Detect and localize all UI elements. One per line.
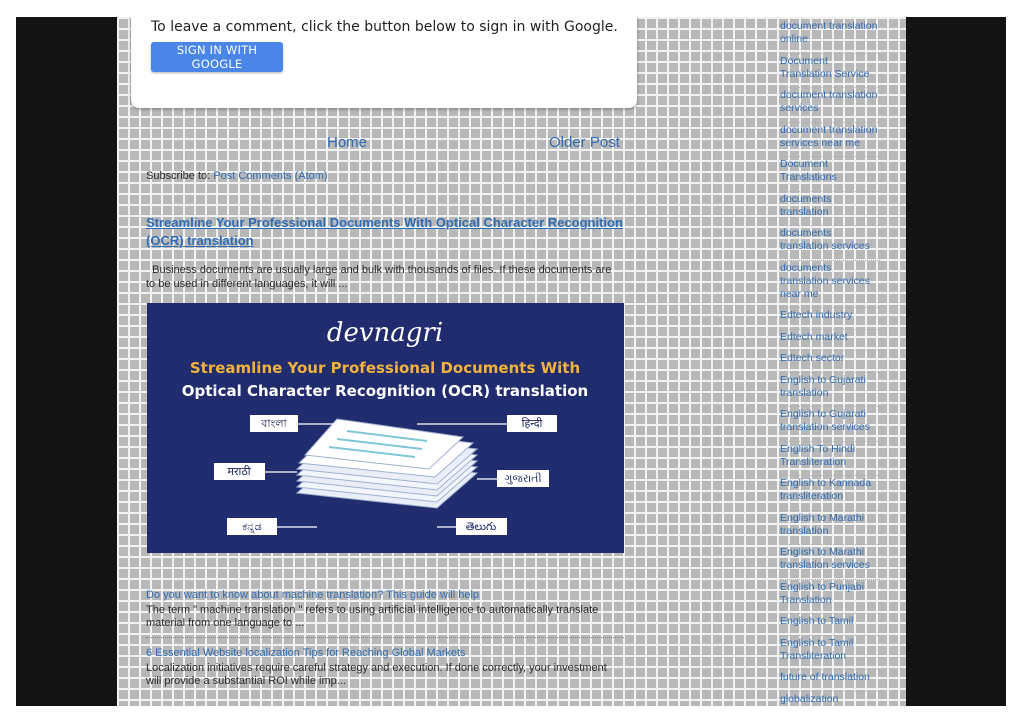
blog-page: To leave a comment, click the button bel… <box>117 17 906 706</box>
label-link[interactable]: English to Punjabi Translation <box>780 581 880 614</box>
older-post-link[interactable]: Older Post <box>549 134 620 151</box>
label-link[interactable]: English to Tamil <box>780 615 880 636</box>
labels-sidebar: document translation online Document Tran… <box>780 20 880 706</box>
language-tag: বাংলা <box>260 417 287 430</box>
language-tag: ಕನ್ನಡ <box>242 520 262 533</box>
subscribe-line: Subscribe to: Post Comments (Atom) <box>146 170 328 182</box>
label-link[interactable]: Edtech industry <box>780 309 880 330</box>
label-link[interactable]: document translation online <box>780 20 880 54</box>
label-link[interactable]: English to Gujarati translation services <box>780 408 880 442</box>
label-link[interactable]: document translation services near me <box>780 124 880 157</box>
label-link[interactable]: Edtech sector <box>780 352 880 373</box>
label-link[interactable]: English to Kannada transliteration <box>780 477 880 511</box>
label-link[interactable]: Document Translations <box>780 158 880 192</box>
language-tag: ગુજરાતી <box>504 472 541 485</box>
label-link[interactable]: documents translation services near me <box>780 262 880 308</box>
label-link[interactable]: documents translation <box>780 193 880 226</box>
featured-post-image[interactable]: devnagri Streamline Your Professional Do… <box>147 303 624 553</box>
featured-post-snippet: Business documents are usually large and… <box>146 264 615 290</box>
comment-box: To leave a comment, click the button bel… <box>131 17 637 108</box>
label-link[interactable]: English to Marathi translation <box>780 512 880 545</box>
browser-viewport: To leave a comment, click the button bel… <box>16 17 1006 706</box>
related-post-snippet: Localization initiatives require careful… <box>146 662 607 687</box>
label-link[interactable]: documents translation services <box>780 227 880 261</box>
related-post-snippet: The term " machine translation " refers … <box>146 604 599 629</box>
label-link[interactable]: globalization <box>780 693 880 707</box>
label-link[interactable]: Document Translation Service <box>780 55 880 88</box>
post-comments-atom-link[interactable]: Post Comments (Atom) <box>213 170 327 182</box>
comment-prompt: To leave a comment, click the button bel… <box>151 19 618 35</box>
language-tag: हिन्दी <box>522 417 543 430</box>
related-post-link[interactable]: 6 Essential Website localization Tips fo… <box>146 647 466 659</box>
label-link[interactable]: English to Gujarati translation <box>780 374 880 407</box>
label-link[interactable]: English To Hindi Transliteration <box>780 443 880 476</box>
featured-post-title[interactable]: Streamline Your Professional Documents W… <box>146 214 626 250</box>
label-link[interactable]: future of translation <box>780 671 880 692</box>
divider <box>146 637 624 638</box>
sign-in-with-google-button[interactable]: SIGN IN WITH GOOGLE <box>151 42 283 72</box>
banner-headline-1: Streamline Your Professional Documents W… <box>190 359 580 377</box>
home-link[interactable]: Home <box>327 134 367 151</box>
label-link[interactable]: English to Marathi translation services <box>780 546 880 580</box>
ocr-banner-graphic: devnagri Streamline Your Professional Do… <box>147 303 624 553</box>
label-link[interactable]: English to Tamil Transliteration <box>780 637 880 670</box>
language-tag: తెలుగు <box>466 520 497 533</box>
language-tag: मराठी <box>227 465 250 478</box>
subscribe-label: Subscribe to: <box>146 170 211 182</box>
related-post-link[interactable]: Do you want to know about machine transl… <box>146 589 479 601</box>
banner-headline-2: Optical Character Recognition (OCR) tran… <box>182 382 588 400</box>
brand-logo: devnagri <box>327 318 443 348</box>
label-link[interactable]: Edtech market <box>780 331 880 351</box>
label-link[interactable]: document translation services <box>780 89 880 123</box>
